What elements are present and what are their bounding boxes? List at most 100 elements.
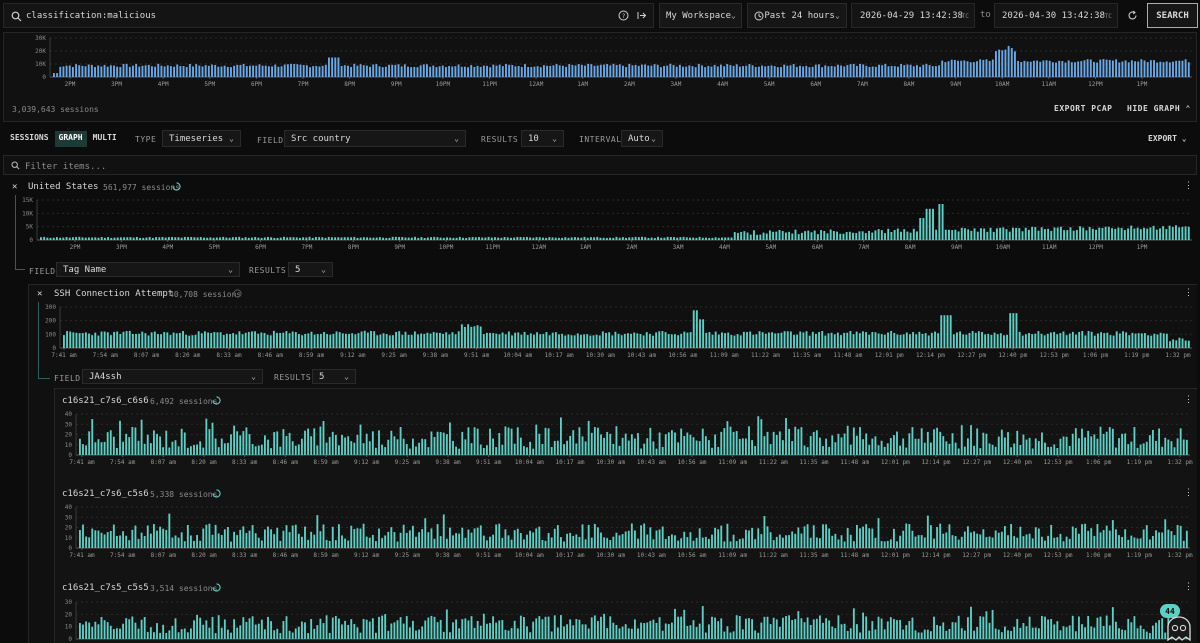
histogram-bar	[948, 229, 950, 240]
histogram-bar	[940, 315, 943, 348]
histogram-bar	[254, 237, 257, 240]
histogram-bar	[1068, 538, 1071, 548]
histogram-bar	[467, 67, 470, 77]
tab-multi[interactable]: MULTI	[89, 131, 121, 147]
type-select[interactable]: Timeseries ⌄	[162, 130, 241, 147]
histogram-bar	[754, 446, 757, 455]
y-tick-label: 0	[52, 345, 56, 352]
histogram-bar	[513, 443, 516, 455]
search-button[interactable]: SEARCH	[1147, 3, 1198, 28]
histogram-bar	[967, 229, 970, 240]
histogram-bar	[1075, 334, 1077, 348]
histogram-bar	[982, 616, 985, 639]
histogram-bar	[909, 334, 911, 348]
interval-select[interactable]: Auto ⌄	[621, 130, 663, 147]
histogram-bar	[116, 535, 118, 548]
x-tick-label: 8:07 am	[134, 352, 160, 359]
histogram-bar	[1111, 428, 1114, 455]
help-icon[interactable]: ?	[618, 10, 629, 21]
more-menu-icon[interactable]: ⋮	[1184, 289, 1193, 298]
histogram-bar	[609, 65, 612, 77]
histogram-bar	[620, 335, 623, 348]
histogram-bar	[624, 624, 627, 639]
histogram-bar	[220, 438, 223, 455]
assistant-widget[interactable]: 44	[1155, 604, 1197, 642]
tag-field-select[interactable]: JA4ssh ⌄	[82, 369, 263, 384]
histogram-bar	[824, 335, 827, 348]
histogram-bar	[834, 533, 837, 548]
histogram-bar	[433, 236, 436, 240]
search-query[interactable]: classification:malicious	[26, 12, 156, 21]
histogram-bar	[223, 529, 226, 548]
close-icon[interactable]: ✕	[12, 183, 17, 192]
from-date-field[interactable]: 2026-04-29 13:42:38 UTC	[851, 3, 975, 28]
exit-arrow-icon[interactable]	[636, 10, 647, 21]
histogram-bar	[597, 527, 599, 548]
histogram-bar	[583, 236, 586, 240]
hide-graph-button[interactable]: HIDE GRAPH ⌃	[1127, 105, 1191, 113]
y-tick-label: 30	[65, 514, 73, 521]
refresh-icon[interactable]	[1127, 10, 1138, 21]
histogram-bar	[1050, 524, 1053, 548]
histogram-bar	[185, 66, 188, 77]
histogram-bar	[573, 335, 576, 348]
histogram-bar	[976, 61, 978, 77]
histogram-bar	[1096, 62, 1099, 77]
country-field-select[interactable]: Tag Name ⌄	[56, 262, 240, 277]
histogram-bar	[1179, 428, 1182, 455]
histogram-bar	[985, 59, 988, 77]
histogram-bar	[908, 524, 911, 548]
tag-name: SSH Connection Attempt	[54, 289, 174, 299]
histogram-bar	[328, 632, 331, 639]
histogram-bar	[56, 73, 59, 77]
tab-sessions[interactable]: SESSIONS	[6, 131, 53, 147]
more-menu-icon[interactable]: ⋮	[1184, 583, 1193, 592]
histogram-bar	[757, 66, 760, 77]
histogram-bar	[551, 332, 554, 348]
histogram-bar	[822, 446, 824, 455]
histogram-bar	[899, 620, 902, 639]
results-select[interactable]: 10 ⌄	[521, 130, 564, 147]
histogram-bar	[501, 620, 504, 639]
histogram-bar	[778, 534, 781, 548]
histogram-bar	[630, 434, 633, 455]
histogram-bar	[84, 237, 87, 240]
histogram-bar	[88, 431, 91, 455]
histogram-bar	[514, 332, 517, 348]
histogram-bar	[1083, 60, 1086, 77]
more-menu-icon[interactable]: ⋮	[1184, 489, 1193, 498]
filter-input[interactable]: Filter items...	[25, 162, 106, 172]
histogram-bar	[1045, 60, 1048, 77]
export-button[interactable]: EXPORT ⌄	[1148, 135, 1187, 143]
more-menu-icon[interactable]: ⋮	[1184, 396, 1193, 405]
field-select[interactable]: Src country ⌄	[284, 130, 466, 147]
histogram-bar	[763, 516, 766, 548]
histogram-bar	[251, 444, 254, 455]
workspace-select[interactable]: My Workspace ⌄	[659, 3, 742, 28]
histogram-bar	[769, 532, 772, 548]
export-pcap-button[interactable]: EXPORT PCAP	[1054, 105, 1112, 113]
histogram-bar	[609, 540, 612, 548]
loading-icon	[233, 289, 242, 298]
time-range-select[interactable]: Past 24 hours ⌄	[747, 3, 847, 28]
to-date-field[interactable]: 2026-04-30 13:42:38 UTC	[994, 3, 1118, 28]
histogram-bar	[1013, 443, 1016, 455]
histogram-bar	[950, 59, 953, 77]
more-menu-icon[interactable]: ⋮	[1184, 182, 1193, 191]
filter-bar[interactable]: Filter items...	[3, 155, 1197, 175]
tag-results-select[interactable]: 5 ⌄	[312, 369, 356, 384]
histogram-bar	[1168, 62, 1171, 77]
histogram-bar	[732, 431, 735, 455]
histogram-bar	[669, 63, 672, 77]
histogram-bar	[217, 447, 220, 455]
histogram-bar	[799, 65, 801, 77]
tab-graph[interactable]: GRAPH	[54, 131, 87, 147]
close-icon[interactable]: ✕	[37, 290, 42, 299]
country-results-select[interactable]: 5 ⌄	[288, 262, 333, 277]
histogram-bar	[577, 64, 580, 77]
histogram-bar	[452, 622, 454, 639]
histogram-bar	[381, 67, 384, 77]
histogram-bar	[190, 237, 193, 240]
search-bar[interactable]: classification:malicious ?	[3, 3, 654, 28]
histogram-bar	[147, 335, 150, 348]
